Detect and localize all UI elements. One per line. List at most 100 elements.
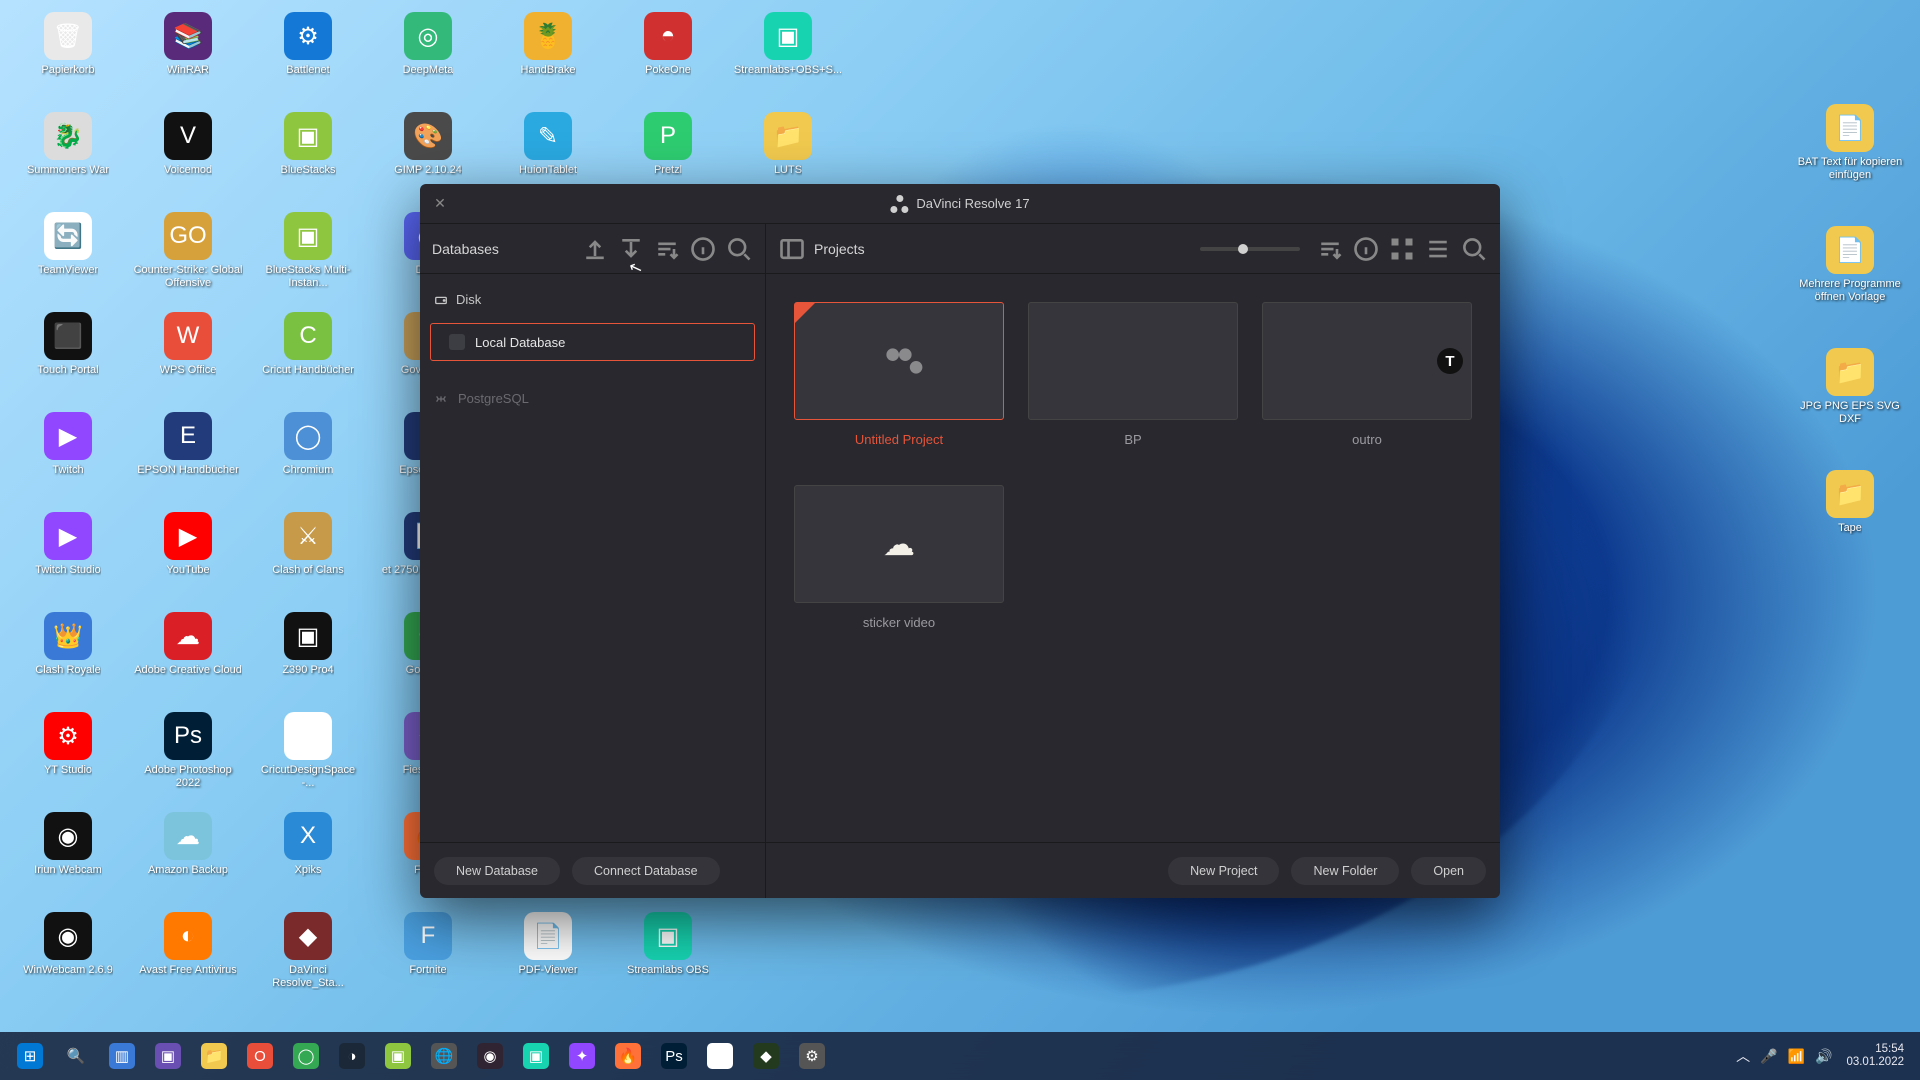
desktop-icon[interactable]: 📁 JPG PNG EPS SVG DXF: [1790, 344, 1910, 426]
taskbar-app[interactable]: ◆: [746, 1036, 786, 1076]
desktop-icon[interactable]: Ps Adobe Photoshop 2022: [128, 708, 248, 808]
db-search-icon[interactable]: [725, 235, 753, 263]
desktop-icon[interactable]: ⚙ Battlenet: [248, 8, 368, 108]
desktop-icon[interactable]: ◆ DaVinci Resolve_Sta...: [248, 908, 368, 1008]
new-database-button[interactable]: New Database: [434, 857, 560, 885]
desktop-icon[interactable]: 📁 Tape: [1790, 466, 1910, 535]
taskbar-app[interactable]: ✦: [562, 1036, 602, 1076]
taskbar-app[interactable]: 🌐: [424, 1036, 464, 1076]
desktop-icon[interactable]: ◎ DeepMeta: [368, 8, 488, 108]
desktop-icon[interactable]: ▶ Twitch: [8, 408, 128, 508]
project-item[interactable]: BP: [1028, 302, 1238, 447]
projects-info-icon[interactable]: [1352, 235, 1380, 263]
desktop-icon[interactable]: ◉ WinWebcam 2.6.9: [8, 908, 128, 1008]
desktop-icon[interactable]: ▣ Z390 Pro4: [248, 608, 368, 708]
desktop-icon-label: Touch Portal: [37, 364, 98, 377]
postgresql-group-header[interactable]: PostgreSQL: [430, 387, 755, 410]
new-folder-button[interactable]: New Folder: [1291, 857, 1399, 885]
desktop-icon[interactable]: 🔄 TeamViewer: [8, 208, 128, 308]
desktop-icon[interactable]: V Voicemod: [128, 108, 248, 208]
taskbar-clock[interactable]: 15:54 03.01.2022: [1846, 1043, 1910, 1069]
new-project-button[interactable]: New Project: [1168, 857, 1279, 885]
window-titlebar[interactable]: ✕ DaVinci Resolve 17: [420, 184, 1500, 224]
desktop-icon[interactable]: ▣ BlueStacks: [248, 108, 368, 208]
desktop-icon[interactable]: F Fortnite: [368, 908, 488, 1008]
taskbar-app[interactable]: ◉: [700, 1036, 740, 1076]
desktop-icon[interactable]: ☁ Adobe Creative Cloud: [128, 608, 248, 708]
taskbar-app[interactable]: Ps: [654, 1036, 694, 1076]
tray-wifi-icon[interactable]: 📶: [1788, 1048, 1805, 1065]
taskbar-app[interactable]: 🔥: [608, 1036, 648, 1076]
desktop-icon-label: Adobe Photoshop 2022: [133, 764, 243, 790]
desktop-icon[interactable]: ⚙ YT Studio: [8, 708, 128, 808]
thumbnail-zoom-slider[interactable]: [1200, 247, 1300, 251]
desktop-icon[interactable]: 🗑 Papierkorb: [8, 8, 128, 108]
desktop-icon[interactable]: X Xpiks: [248, 808, 368, 908]
project-item[interactable]: sticker video: [794, 485, 1004, 630]
system-tray[interactable]: ︿ 🎤 📶 🔊: [1736, 1046, 1832, 1066]
taskbar-app[interactable]: ◑: [332, 1036, 372, 1076]
taskbar-app-icon: ▥: [109, 1043, 135, 1069]
desktop-icon[interactable]: 🍍 HandBrake: [488, 8, 608, 108]
taskbar-app[interactable]: ▥: [102, 1036, 142, 1076]
desktop-icon[interactable]: W WPS Office: [128, 308, 248, 408]
desktop-icon[interactable]: 👑 Clash Royale: [8, 608, 128, 708]
taskbar-app[interactable]: 🔍: [56, 1036, 96, 1076]
desktop-icon[interactable]: ◯ Chromium: [248, 408, 368, 508]
desktop-icon[interactable]: 📄 BAT Text für kopieren einfügen: [1790, 100, 1910, 182]
desktop-icon[interactable]: GO Counter-Strike: Global Offensive: [128, 208, 248, 308]
local-database-item[interactable]: Local Database: [430, 323, 755, 361]
taskbar-app[interactable]: ◉: [470, 1036, 510, 1076]
grid-view-icon[interactable]: [1388, 235, 1416, 263]
list-view-icon[interactable]: [1424, 235, 1452, 263]
desktop-icon[interactable]: E EPSON Handbücher: [128, 408, 248, 508]
project-item[interactable]: outro: [1262, 302, 1472, 447]
taskbar-app[interactable]: ⚙: [792, 1036, 832, 1076]
tray-chevron-icon[interactable]: ︿: [1736, 1046, 1750, 1066]
desktop-icon-image: 🐉: [44, 112, 92, 160]
taskbar-app[interactable]: ▣: [516, 1036, 556, 1076]
desktop-icon[interactable]: ◓ PokeOne: [608, 8, 728, 108]
connect-database-button[interactable]: Connect Database: [572, 857, 720, 885]
taskbar-app[interactable]: 📁: [194, 1036, 234, 1076]
taskbar-app[interactable]: ◯: [286, 1036, 326, 1076]
desktop-icon[interactable]: ▣ Streamlabs OBS: [608, 908, 728, 1008]
desktop-icon[interactable]: ⬛ Touch Portal: [8, 308, 128, 408]
close-button[interactable]: ✕: [420, 184, 460, 224]
db-download-icon[interactable]: [617, 235, 645, 263]
db-sort-icon[interactable]: [653, 235, 681, 263]
taskbar-app[interactable]: ⊞: [10, 1036, 50, 1076]
desktop-icon-label: CricutDesignSpace -...: [253, 764, 363, 790]
desktop-icon[interactable]: ◐ Avast Free Antivirus: [128, 908, 248, 1008]
projects-sort-icon[interactable]: [1316, 235, 1344, 263]
project-item[interactable]: Untitled Project: [794, 302, 1004, 447]
db-info-icon[interactable]: [689, 235, 717, 263]
tray-volume-icon[interactable]: 🔊: [1815, 1048, 1832, 1065]
tray-mic-icon[interactable]: 🎤: [1760, 1048, 1777, 1065]
open-button[interactable]: Open: [1411, 857, 1486, 885]
desktop-icon[interactable]: ▣ BlueStacks Multi-Instan...: [248, 208, 368, 308]
taskbar-app-icon: ◉: [477, 1043, 503, 1069]
sidebar-toggle-icon[interactable]: [778, 235, 806, 263]
desktop-icon[interactable]: 🐉 Summoners War: [8, 108, 128, 208]
desktop-icon[interactable]: C Cricut Handbücher: [248, 308, 368, 408]
desktop-icon[interactable]: ▶ Twitch Studio: [8, 508, 128, 608]
projects-search-icon[interactable]: [1460, 235, 1488, 263]
db-upload-icon[interactable]: [581, 235, 609, 263]
desktop-icon[interactable]: 📄 Mehrere Programme öffnen Vorlage: [1790, 222, 1910, 304]
desktop-icon[interactable]: ▣ Streamlabs+OBS+S...: [728, 8, 848, 108]
desktop-icon-image: 📚: [164, 12, 212, 60]
desktop-icon[interactable]: ⚔ Clash of Clans: [248, 508, 368, 608]
desktop-icon[interactable]: 📚 WinRAR: [128, 8, 248, 108]
taskbar-app[interactable]: ▣: [148, 1036, 188, 1076]
disk-group-header[interactable]: Disk: [430, 286, 755, 313]
desktop-icon[interactable]: C CricutDesignSpace -...: [248, 708, 368, 808]
taskbar-app[interactable]: O: [240, 1036, 280, 1076]
desktop-icon-label: Streamlabs OBS: [627, 964, 709, 977]
taskbar-app[interactable]: ▣: [378, 1036, 418, 1076]
desktop-icon[interactable]: ☁ Amazon Backup: [128, 808, 248, 908]
desktop-icon[interactable]: ▶ YouTube: [128, 508, 248, 608]
desktop-icon-label: PokeOne: [645, 64, 691, 77]
desktop-icon[interactable]: 📄 PDF-Viewer: [488, 908, 608, 1008]
desktop-icon[interactable]: ◉ Iriun Webcam: [8, 808, 128, 908]
